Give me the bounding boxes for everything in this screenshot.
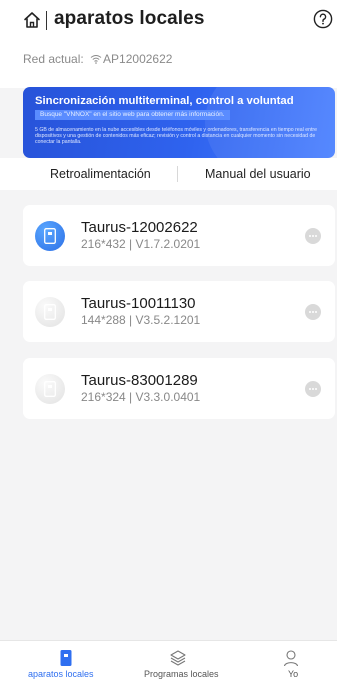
bottom-tab-bar: aparatos locales Programas locales Yo	[0, 640, 337, 683]
device-icon	[35, 374, 65, 404]
wifi-icon	[90, 55, 102, 64]
layers-icon	[170, 650, 186, 666]
device-name: Taurus-12002622	[81, 219, 198, 236]
device-icon	[60, 650, 72, 666]
header-bar: aparatos locales	[0, 0, 337, 40]
device-icon	[35, 297, 65, 327]
more-options-button[interactable]	[305, 228, 321, 244]
network-label: Red actual:	[23, 52, 84, 66]
tab-label: aparatos locales	[28, 669, 94, 679]
tab-label: Yo	[288, 669, 299, 679]
banner-description: 5 GB de almacenamiento en la nube accesi…	[35, 127, 318, 146]
banner-pagination	[194, 151, 208, 154]
device-meta: 216*324 | V3.3.0.0401	[81, 390, 201, 404]
page-title: aparatos locales	[54, 8, 205, 29]
promo-banner[interactable]: Sincronización multiterminal, control a …	[23, 87, 335, 158]
help-icon[interactable]	[313, 9, 333, 29]
quick-links: Retroalimentación Manual del usuario	[0, 158, 337, 190]
current-network: Red actual: AP12002622	[23, 52, 172, 66]
device-icon	[35, 221, 65, 251]
tab-label: Programas locales	[144, 669, 219, 679]
more-options-button[interactable]	[305, 304, 321, 320]
home-icon[interactable]	[23, 11, 41, 29]
more-options-button[interactable]	[305, 381, 321, 397]
tab-local-programs[interactable]: Programas locales	[130, 641, 230, 683]
header-divider	[46, 11, 47, 30]
header-area: aparatos locales Red actual: AP12002622	[0, 0, 337, 88]
device-name: Taurus-83001289	[81, 372, 198, 389]
device-card[interactable]: Taurus-10011130 144*288 | V3.5.2.1201	[23, 281, 335, 342]
device-card[interactable]: Taurus-83001289 216*324 | V3.3.0.0401	[23, 358, 335, 419]
banner-title: Sincronización multiterminal, control a …	[35, 95, 294, 107]
tab-me[interactable]: Yo	[260, 641, 320, 683]
network-name: AP12002622	[103, 52, 173, 66]
device-name: Taurus-10011130	[81, 295, 196, 312]
user-manual-link[interactable]: Manual del usuario	[205, 167, 311, 181]
feedback-link[interactable]: Retroalimentación	[50, 167, 151, 181]
device-meta: 216*432 | V1.7.2.0201	[81, 237, 201, 251]
device-card[interactable]: Taurus-12002622 216*432 | V1.7.2.0201	[23, 205, 335, 266]
tab-local-devices[interactable]: aparatos locales	[0, 641, 130, 683]
banner-tag: Busque "VNNOX" en el sitio web para obte…	[35, 110, 230, 120]
links-divider	[177, 166, 178, 182]
device-meta: 144*288 | V3.5.2.1201	[81, 313, 201, 327]
user-icon	[283, 650, 299, 667]
